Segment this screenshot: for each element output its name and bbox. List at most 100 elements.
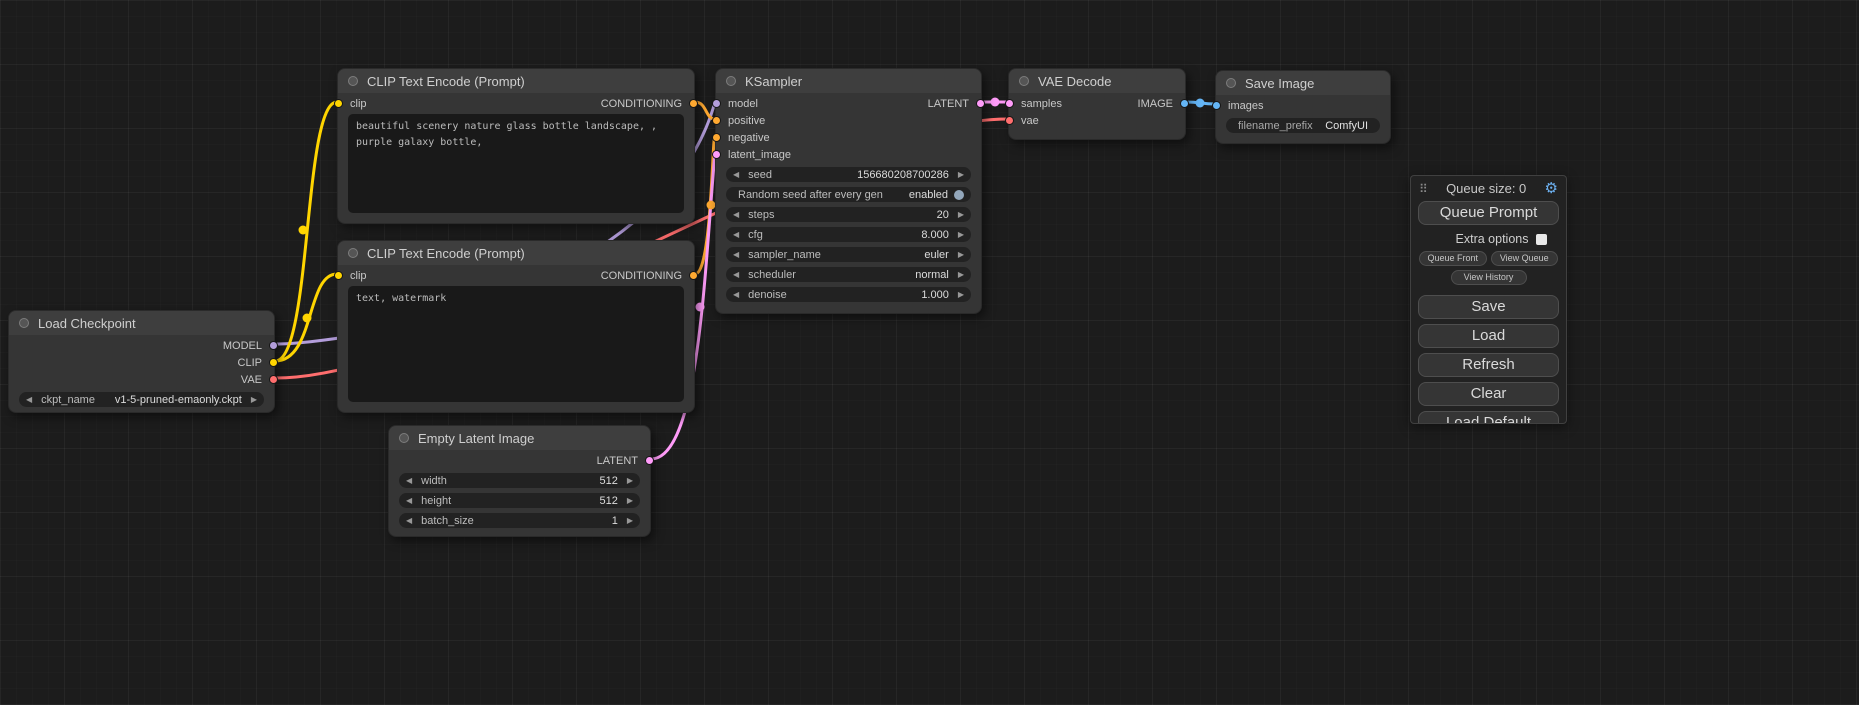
latent-image-input-dot[interactable]: [712, 150, 721, 159]
refresh-button[interactable]: Refresh: [1418, 353, 1559, 377]
node-header[interactable]: Save Image: [1216, 71, 1390, 95]
increment-arrow-icon[interactable]: ▶: [958, 251, 964, 259]
collapse-dot[interactable]: [348, 248, 358, 258]
node-load-checkpoint[interactable]: Load Checkpoint MODEL CLIP VAE ◀ ckpt_na…: [8, 310, 275, 413]
increment-arrow-icon[interactable]: ▶: [958, 171, 964, 179]
widget-scheduler[interactable]: ◀ scheduler normal ▶: [726, 267, 971, 282]
decrement-arrow-icon[interactable]: ◀: [733, 171, 739, 179]
widget-seed[interactable]: ◀ seed 156680208700286 ▶: [726, 167, 971, 182]
node-header[interactable]: CLIP Text Encode (Prompt): [338, 241, 694, 265]
drag-handle-icon[interactable]: ⠿: [1419, 182, 1428, 196]
view-history-button[interactable]: View History: [1451, 270, 1527, 285]
widget-sampler-name[interactable]: ◀ sampler_name euler ▶: [726, 247, 971, 262]
widget-batch-size[interactable]: ◀ batch_size 1 ▶: [399, 513, 640, 528]
decrement-arrow-icon[interactable]: ◀: [733, 211, 739, 219]
node-title: Empty Latent Image: [418, 431, 534, 446]
node-header[interactable]: KSampler: [716, 69, 981, 93]
output-port-latent[interactable]: LATENT: [389, 452, 650, 469]
model-input-dot[interactable]: [712, 99, 721, 108]
decrement-arrow-icon[interactable]: ◀: [733, 251, 739, 259]
widget-height[interactable]: ◀ height 512 ▶: [399, 493, 640, 508]
decrement-arrow-icon[interactable]: ◀: [26, 396, 32, 404]
load-button[interactable]: Load: [1418, 324, 1559, 348]
clip-input-dot[interactable]: [334, 99, 343, 108]
latent-port-dot[interactable]: [645, 456, 654, 465]
clip-port-dot[interactable]: [269, 358, 278, 367]
increment-arrow-icon[interactable]: ▶: [958, 271, 964, 279]
widget-filename-prefix[interactable]: filename_prefix ComfyUI: [1226, 118, 1380, 133]
widget-width[interactable]: ◀ width 512 ▶: [399, 473, 640, 488]
samples-input-dot[interactable]: [1005, 99, 1014, 108]
input-port-latent-image[interactable]: latent_image: [716, 146, 981, 163]
input-port-negative[interactable]: negative: [716, 129, 981, 146]
prompt-textarea[interactable]: text, watermark: [348, 286, 684, 402]
output-port-clip[interactable]: CLIP: [9, 354, 274, 371]
input-port-images[interactable]: images: [1216, 97, 1390, 114]
queue-front-button[interactable]: Queue Front: [1419, 251, 1487, 266]
collapse-dot[interactable]: [399, 433, 409, 443]
node-title: Load Checkpoint: [38, 316, 136, 331]
increment-arrow-icon[interactable]: ▶: [958, 231, 964, 239]
toggle-dot[interactable]: [954, 190, 964, 200]
model-port-dot[interactable]: [269, 341, 278, 350]
widget-cfg[interactable]: ◀ cfg 8.000 ▶: [726, 227, 971, 242]
decrement-arrow-icon[interactable]: ◀: [733, 271, 739, 279]
queue-prompt-button[interactable]: Queue Prompt: [1418, 201, 1559, 225]
increment-arrow-icon[interactable]: ▶: [958, 211, 964, 219]
prompt-textarea[interactable]: beautiful scenery nature glass bottle la…: [348, 114, 684, 213]
node-header[interactable]: CLIP Text Encode (Prompt): [338, 69, 694, 93]
node-graph-canvas[interactable]: Load Checkpoint MODEL CLIP VAE ◀ ckpt_na…: [0, 0, 1859, 705]
input-port-positive[interactable]: positive: [716, 112, 981, 129]
extra-options-label: Extra options: [1456, 232, 1529, 246]
output-port-vae[interactable]: VAE: [9, 371, 274, 388]
load-default-button[interactable]: Load Default: [1418, 411, 1559, 424]
node-header[interactable]: Empty Latent Image: [389, 426, 650, 450]
node-clip-text-encode-positive[interactable]: CLIP Text Encode (Prompt) clip CONDITION…: [337, 68, 695, 224]
input-port-vae[interactable]: vae: [1009, 112, 1185, 129]
node-ksampler[interactable]: KSampler model LATENT positive negative …: [715, 68, 982, 314]
increment-arrow-icon[interactable]: ▶: [627, 477, 633, 485]
node-vae-decode[interactable]: VAE Decode samples IMAGE vae: [1008, 68, 1186, 140]
decrement-arrow-icon[interactable]: ◀: [406, 477, 412, 485]
widget-denoise[interactable]: ◀ denoise 1.000 ▶: [726, 287, 971, 302]
node-header[interactable]: VAE Decode: [1009, 69, 1185, 93]
image-output-dot[interactable]: [1180, 99, 1189, 108]
decrement-arrow-icon[interactable]: ◀: [733, 231, 739, 239]
positive-input-dot[interactable]: [712, 116, 721, 125]
increment-arrow-icon[interactable]: ▶: [627, 517, 633, 525]
widget-random-seed-toggle[interactable]: Random seed after every gen enabled: [726, 187, 971, 202]
clear-button[interactable]: Clear: [1418, 382, 1559, 406]
collapse-dot[interactable]: [19, 318, 29, 328]
collapse-dot[interactable]: [726, 76, 736, 86]
save-button[interactable]: Save: [1418, 295, 1559, 319]
conditioning-output-dot[interactable]: [689, 99, 698, 108]
view-queue-button[interactable]: View Queue: [1491, 251, 1559, 266]
node-save-image[interactable]: Save Image images filename_prefix ComfyU…: [1215, 70, 1391, 144]
decrement-arrow-icon[interactable]: ◀: [733, 291, 739, 299]
node-clip-text-encode-negative[interactable]: CLIP Text Encode (Prompt) clip CONDITION…: [337, 240, 695, 413]
node-header[interactable]: Load Checkpoint: [9, 311, 274, 335]
decrement-arrow-icon[interactable]: ◀: [406, 517, 412, 525]
widget-ckpt-name[interactable]: ◀ ckpt_name v1-5-pruned-emaonly.ckpt ▶: [19, 392, 264, 407]
widget-steps[interactable]: ◀ steps 20 ▶: [726, 207, 971, 222]
conditioning-output-dot[interactable]: [689, 271, 698, 280]
increment-arrow-icon[interactable]: ▶: [251, 396, 257, 404]
node-empty-latent-image[interactable]: Empty Latent Image LATENT ◀ width 512 ▶ …: [388, 425, 651, 537]
collapse-dot[interactable]: [1226, 78, 1236, 88]
link-dot: [991, 98, 1000, 107]
latent-output-dot[interactable]: [976, 99, 985, 108]
collapse-dot[interactable]: [1019, 76, 1029, 86]
decrement-arrow-icon[interactable]: ◀: [406, 497, 412, 505]
negative-input-dot[interactable]: [712, 133, 721, 142]
output-port-model[interactable]: MODEL: [9, 337, 274, 354]
vae-input-dot[interactable]: [1005, 116, 1014, 125]
clip-input-dot[interactable]: [334, 271, 343, 280]
collapse-dot[interactable]: [348, 76, 358, 86]
link-dot: [1196, 99, 1205, 108]
extra-options-checkbox[interactable]: [1536, 234, 1547, 245]
increment-arrow-icon[interactable]: ▶: [627, 497, 633, 505]
settings-gear-icon[interactable]: ⚙: [1545, 181, 1558, 196]
increment-arrow-icon[interactable]: ▶: [958, 291, 964, 299]
images-input-dot[interactable]: [1212, 101, 1221, 110]
vae-port-dot[interactable]: [269, 375, 278, 384]
